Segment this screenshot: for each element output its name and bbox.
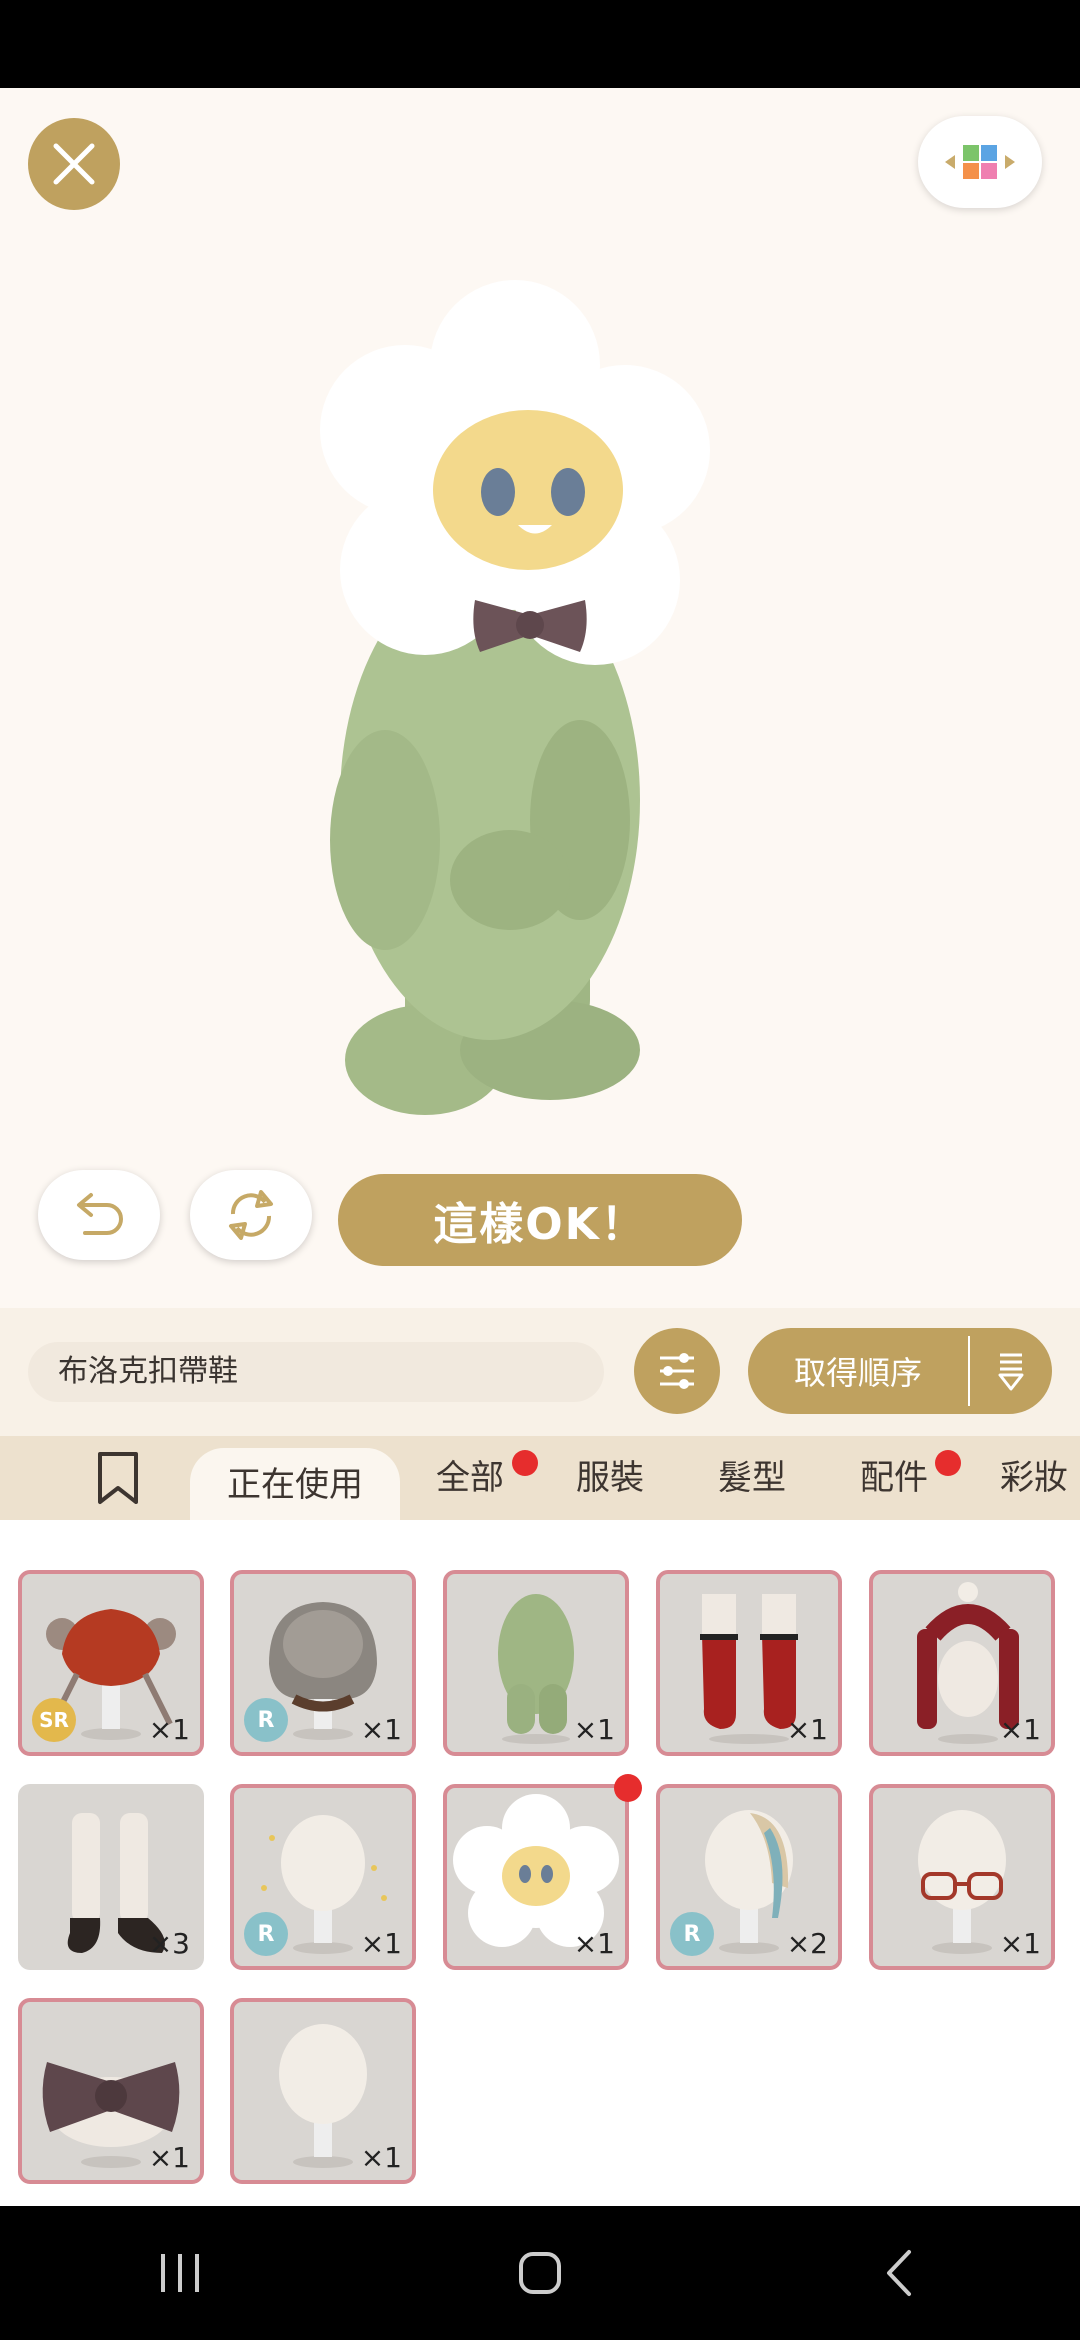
palette-grid-icon [945, 145, 1015, 179]
item-quantity: ×3 [148, 1927, 190, 1960]
category-tabs: 正在使用 全部 服裝 髮型 配件 彩妝 [0, 1436, 1080, 1520]
home-button[interactable] [480, 2233, 600, 2313]
item-quantity: ×1 [148, 1713, 190, 1746]
search-input[interactable]: 布洛克扣帶鞋 [28, 1342, 604, 1402]
back-icon [887, 2250, 911, 2296]
item-card-red-hair[interactable]: SR ×1 [18, 1570, 204, 1756]
filter-button[interactable] [634, 1328, 720, 1414]
recent-apps-button[interactable] [120, 2233, 240, 2313]
rarity-badge-r: R [244, 1698, 288, 1742]
item-card-white-socks-shoes[interactable]: ×3 [18, 1784, 204, 1970]
item-quantity: ×1 [999, 1927, 1041, 1960]
item-card-red-scarf[interactable]: ×1 [869, 1570, 1055, 1756]
item-card-grey-hair[interactable]: R ×1 [230, 1570, 416, 1756]
undo-icon [77, 1193, 123, 1235]
tab-in-use[interactable]: 正在使用 [190, 1448, 400, 1520]
sort-direction-icon [970, 1349, 1052, 1393]
rarity-badge-sr: SR [32, 1698, 76, 1742]
tab-accessories-notification-dot [935, 1450, 961, 1476]
item-quantity: ×1 [360, 1927, 402, 1960]
item-quantity: ×1 [999, 1713, 1041, 1746]
randomize-button[interactable] [190, 1170, 312, 1260]
home-icon [519, 2252, 561, 2294]
close-button[interactable] [28, 118, 120, 210]
item-card-blank-head[interactable]: ×1 [230, 1998, 416, 2184]
sort-label: 取得順序 [793, 1354, 922, 1392]
item-card-blonde-hair[interactable]: R ×2 [656, 1784, 842, 1970]
item-card-flower-head[interactable]: ×1 [443, 1784, 629, 1970]
rarity-badge-r: R [670, 1912, 714, 1956]
item-card-glasses[interactable]: ×1 [869, 1784, 1055, 1970]
tab-hairstyle[interactable]: 髮型 [718, 1436, 786, 1520]
item-card-red-socks[interactable]: ×1 [656, 1570, 842, 1756]
tab-all[interactable]: 全部 [436, 1436, 504, 1520]
status-bar [0, 0, 1080, 88]
item-card-sparkle-head[interactable]: R ×1 [230, 1784, 416, 1970]
item-quantity: ×1 [148, 2141, 190, 2174]
item-card-bow-tie[interactable]: ×1 [18, 1998, 204, 2184]
item-quantity: ×1 [360, 1713, 402, 1746]
item-quantity: ×1 [573, 1927, 615, 1960]
confirm-ok-button[interactable]: 這樣OK！ [338, 1174, 742, 1266]
tab-clothing[interactable]: 服裝 [576, 1436, 644, 1520]
avatar-figure [320, 280, 710, 1115]
bookmark-icon [98, 1452, 138, 1504]
refresh-icon [229, 1190, 273, 1240]
undo-button[interactable] [38, 1170, 160, 1260]
new-item-notification-dot [614, 1774, 642, 1802]
tab-all-notification-dot [512, 1450, 538, 1476]
item-quantity: ×1 [573, 1713, 615, 1746]
item-quantity: ×1 [786, 1713, 828, 1746]
tab-accessories[interactable]: 配件 [860, 1436, 928, 1520]
search-bar-row: 布洛克扣帶鞋 取得順序 [0, 1308, 1080, 1436]
back-button[interactable] [840, 2233, 960, 2313]
sort-order-button[interactable]: 取得順序 [748, 1328, 1052, 1414]
color-palette-button[interactable] [918, 116, 1042, 208]
sliders-icon [660, 1353, 694, 1389]
rarity-badge-r: R [244, 1912, 288, 1956]
item-quantity: ×2 [786, 1927, 828, 1960]
close-icon [53, 143, 95, 185]
item-card-green-suit[interactable]: ×1 [443, 1570, 629, 1756]
item-quantity: ×1 [360, 2141, 402, 2174]
tab-makeup[interactable]: 彩妝 [1000, 1436, 1068, 1520]
item-grid: SR ×1 R ×1 ×1 ×1 ×1 ×3 R ×1 ×1 R ×2 ×1 ×… [0, 1520, 1080, 2206]
system-navigation-bar [0, 2206, 1080, 2340]
recent-apps-icon [161, 2254, 199, 2292]
